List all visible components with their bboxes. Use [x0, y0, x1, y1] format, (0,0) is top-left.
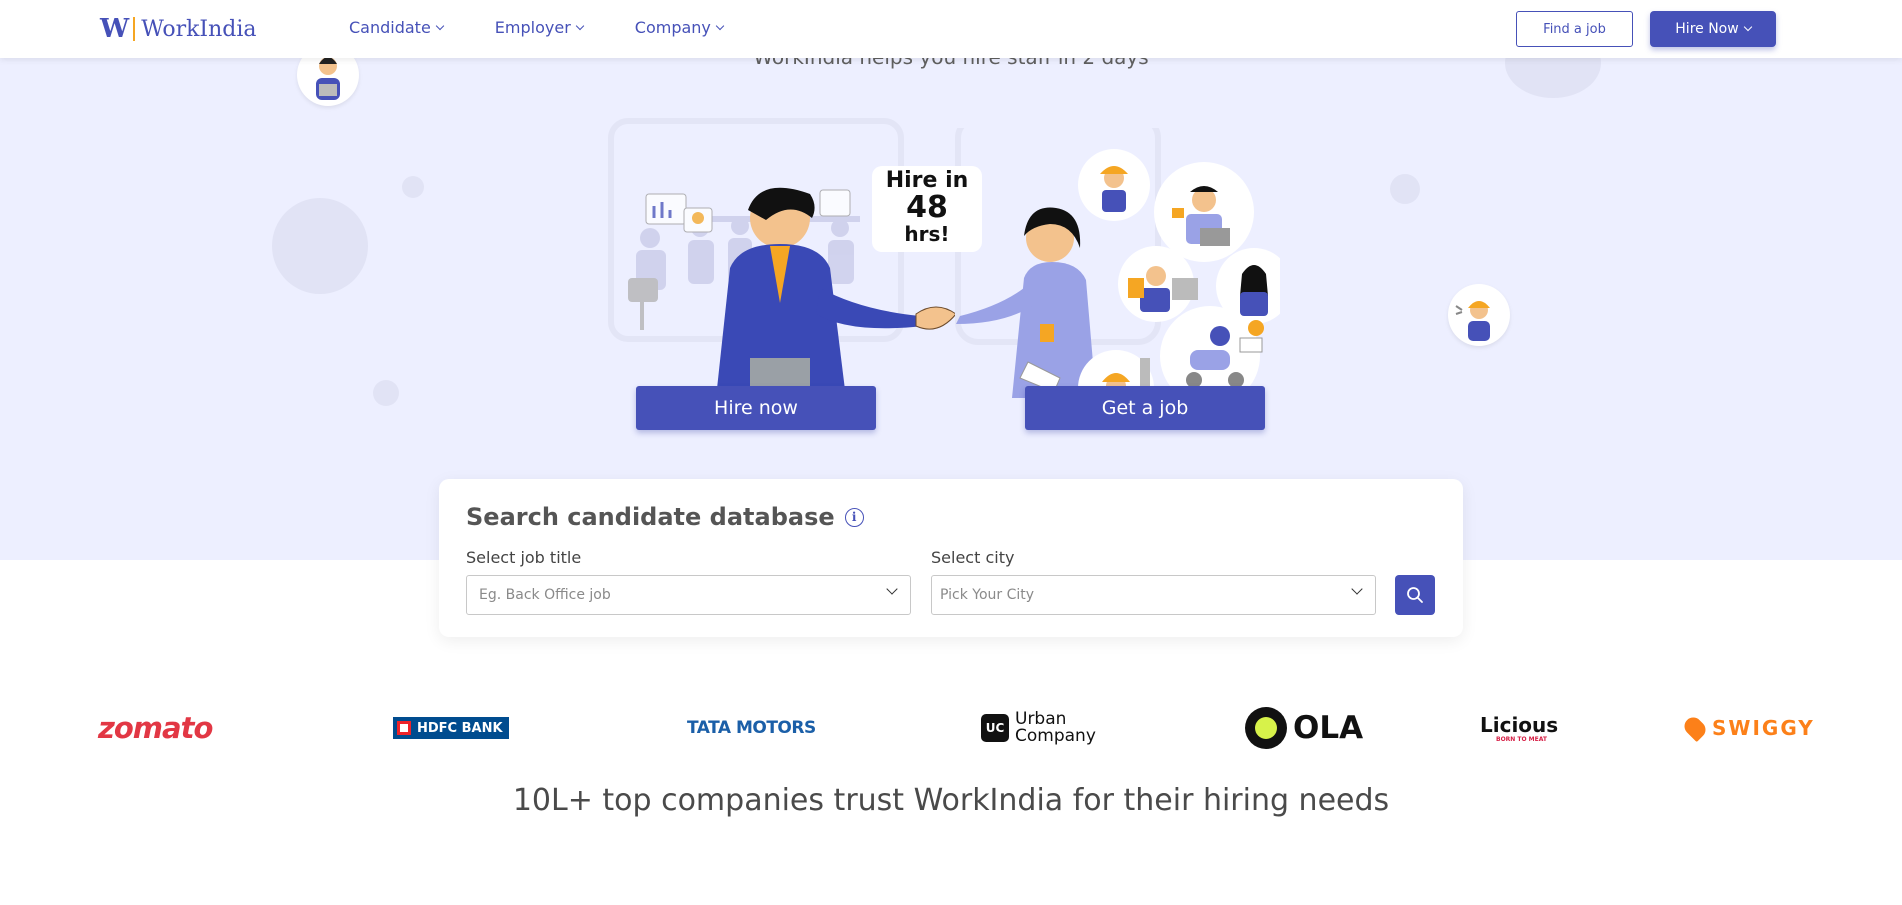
logo-divider [133, 17, 136, 41]
search-card-title: Search candidate database i [466, 503, 864, 531]
zomato-logo: zomato [98, 711, 213, 745]
swiggy-logo: SWIGGY [1680, 704, 1815, 752]
nav-company[interactable]: Company [634, 18, 725, 37]
company-logos-strip: zomato HDFC BANK TATA MOTORS UC Urban Co… [0, 704, 1902, 752]
hire-48hrs-speech-bubble: Hire in 48 hrs! [872, 166, 982, 252]
hdfc-badge: HDFC BANK [393, 717, 509, 739]
nav-candidate-label: Candidate [349, 18, 431, 37]
chevron-down-icon [886, 583, 898, 595]
speech-line-3: hrs! [904, 222, 950, 246]
job-title-label: Select job title [466, 548, 582, 567]
find-job-button[interactable]: Find a job [1516, 11, 1633, 47]
hdfc-square-mark [397, 721, 411, 735]
decor-blob [402, 176, 424, 198]
uc-line-2: Company [1015, 726, 1096, 746]
uc-wordmark: Urban Company [1015, 711, 1096, 745]
chevron-down-icon [435, 21, 445, 30]
search-title-text: Search candidate database [466, 503, 835, 531]
job-title-select[interactable]: Eg. Back Office job [466, 575, 911, 615]
chevron-down-icon [715, 21, 725, 30]
chevron-down-icon [575, 21, 585, 30]
licious-tagline: BORN TO MEAT [1496, 736, 1548, 743]
logo-mark: W [100, 14, 129, 44]
hire-now-dropdown-button[interactable]: Hire Now [1650, 11, 1776, 47]
uc-mark: UC [981, 714, 1009, 742]
worker-avatar-bubble [297, 58, 359, 106]
nav-employer-label: Employer [494, 18, 571, 37]
main-nav: Candidate Employer Company [349, 18, 775, 37]
chevron-down-icon [1743, 22, 1752, 32]
tata-motors-logo: TATA MOTORS [687, 718, 816, 738]
hire-now-button[interactable]: Hire now [636, 386, 876, 430]
nav-employer[interactable]: Employer [494, 18, 585, 37]
ola-circle-mark [1245, 707, 1287, 749]
swiggy-text: SWIGGY [1712, 716, 1815, 740]
trust-headline: 10L+ top companies trust WorkIndia for t… [512, 783, 1390, 818]
get-a-job-button[interactable]: Get a job [1025, 386, 1265, 430]
urban-company-logo: UC Urban Company [981, 704, 1096, 752]
workindia-logo[interactable]: W WorkIndia [100, 14, 257, 44]
decor-blob [373, 380, 399, 406]
city-label: Select city [931, 548, 1015, 567]
decor-blob [272, 198, 368, 294]
search-button[interactable] [1395, 575, 1435, 615]
hdfc-bank-logo: HDFC BANK [393, 704, 509, 752]
speech-line-2: 48 [906, 190, 948, 225]
city-placeholder: Pick Your City [940, 587, 1035, 603]
swiggy-pin-mark [1680, 713, 1710, 743]
licious-text: Licious [1480, 713, 1559, 737]
candidate-search-card: Search candidate database i Select job t… [439, 479, 1463, 637]
chevron-down-icon [1351, 583, 1363, 595]
job-title-placeholder: Eg. Back Office job [479, 587, 611, 603]
worker-avatar-bubble [1448, 284, 1510, 346]
city-select[interactable]: Pick Your City [931, 575, 1376, 615]
nav-candidate[interactable]: Candidate [349, 18, 445, 37]
decor-blob [1390, 174, 1420, 204]
top-navbar: W WorkIndia Candidate Employer Company F… [0, 0, 1902, 58]
hire-now-label: Hire Now [1675, 21, 1739, 37]
hero-tagline: WorkIndia helps you hire staff in 2 days [0, 58, 1902, 69]
nav-company-label: Company [634, 18, 711, 37]
ola-text: OLA [1293, 710, 1364, 746]
licious-logo: Licious BORN TO MEAT [1480, 704, 1558, 752]
hdfc-text: HDFC BANK [417, 720, 503, 736]
info-icon[interactable]: i [844, 507, 864, 527]
search-icon [1407, 587, 1423, 603]
ola-logo: OLA [1245, 704, 1363, 752]
decor-blob [1505, 58, 1601, 98]
logo-text: WorkIndia [141, 16, 257, 42]
